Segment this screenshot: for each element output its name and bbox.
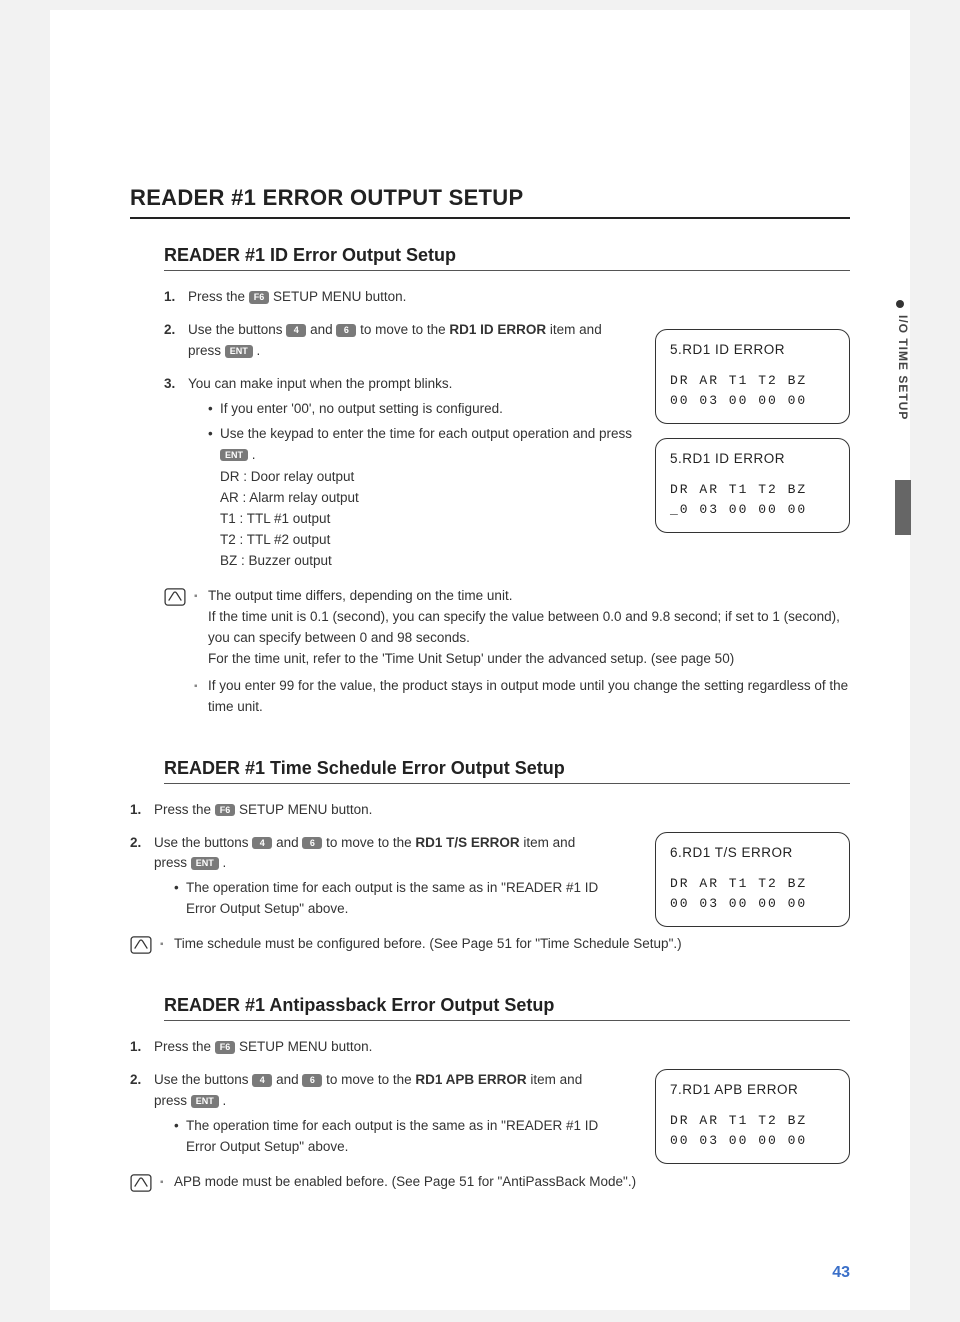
key-4: 4	[252, 837, 272, 850]
note-text: If the time unit is 0.1 (second), you ca…	[208, 607, 850, 649]
key-f6: F6	[249, 291, 270, 304]
step-2: 2. Use the buttons 4 and 6 to move to th…	[130, 1070, 600, 1158]
text: and	[306, 322, 336, 337]
key-f6: F6	[215, 804, 236, 817]
lcd-display-3: 6.RD1 T/S ERROR DR AR T1 T2 BZ 00 03 00 …	[655, 832, 850, 927]
lcd-line1: DR AR T1 T2 BZ	[670, 874, 837, 894]
lcd-line2: 00 03 00 00 00	[670, 894, 837, 914]
text: and	[272, 835, 302, 850]
bold-text: RD1 ID ERROR	[449, 322, 546, 337]
key-6: 6	[302, 837, 322, 850]
text: You can make input when the prompt blink…	[188, 376, 452, 391]
side-dot	[896, 300, 904, 308]
output-definitions: DR : Door relay output AR : Alarm relay …	[220, 467, 634, 572]
lcd-title: 5.RD1 ID ERROR	[670, 340, 837, 361]
section2-steps: 6.RD1 T/S ERROR DR AR T1 T2 BZ 00 03 00 …	[130, 800, 850, 921]
page-title: READER #1 ERROR OUTPUT SETUP	[130, 185, 850, 219]
section2-title: READER #1 Time Schedule Error Output Set…	[164, 758, 850, 784]
key-ent: ENT	[220, 449, 248, 462]
step-1: 1. Press the F6 SETUP MENU button.	[130, 800, 600, 821]
def-dr: DR : Door relay output	[220, 467, 634, 488]
text: Press the	[188, 289, 249, 304]
step-1: 1. Press the F6 SETUP MENU button.	[130, 1037, 600, 1058]
bold-text: RD1 T/S ERROR	[415, 835, 519, 850]
lcd-display-1: 5.RD1 ID ERROR DR AR T1 T2 BZ 00 03 00 0…	[655, 329, 850, 424]
text: Use the buttons	[154, 1072, 252, 1087]
key-ent: ENT	[191, 1095, 219, 1108]
key-ent: ENT	[225, 345, 253, 358]
lcd-line1: DR AR T1 T2 BZ	[670, 371, 837, 391]
step-1: 1. Press the F6 SETUP MENU button.	[164, 287, 634, 308]
lcd-title: 7.RD1 APB ERROR	[670, 1080, 837, 1101]
key-4: 4	[252, 1074, 272, 1087]
text: .	[219, 1093, 227, 1108]
section3-title: READER #1 Antipassback Error Output Setu…	[164, 995, 850, 1021]
text: SETUP MENU button.	[235, 802, 372, 817]
bullet-text: The operation time for each output is th…	[186, 1116, 600, 1158]
bullet-text: The operation time for each output is th…	[186, 878, 600, 920]
lcd-title: 5.RD1 ID ERROR	[670, 449, 837, 470]
bullet-text: If you enter '00', no output setting is …	[220, 399, 503, 420]
def-t1: T1 : TTL #1 output	[220, 509, 634, 530]
note-icon	[164, 586, 194, 724]
text: .	[248, 447, 256, 462]
text: to move to the	[322, 1072, 415, 1087]
text: to move to the	[322, 835, 415, 850]
key-ent: ENT	[191, 857, 219, 870]
key-4: 4	[286, 324, 306, 337]
note-icon	[130, 1172, 160, 1199]
text: Use the buttons	[154, 835, 252, 850]
lcd-line2: _0 03 00 00 00	[670, 500, 837, 520]
manual-page: I/O TIME SETUP READER #1 ERROR OUTPUT SE…	[50, 10, 910, 1310]
bold-text: RD1 APB ERROR	[415, 1072, 526, 1087]
section1-displays: 5.RD1 ID ERROR DR AR T1 T2 BZ 00 03 00 0…	[655, 329, 850, 547]
text: Press the	[154, 802, 215, 817]
text: to move to the	[356, 322, 449, 337]
section1-notes: ▪ The output time differs, depending on …	[164, 586, 850, 724]
text: .	[219, 855, 227, 870]
lcd-display-2: 5.RD1 ID ERROR DR AR T1 T2 BZ _0 03 00 0…	[655, 438, 850, 533]
side-thumb-index	[895, 480, 911, 535]
text: and	[272, 1072, 302, 1087]
section1-steps: 5.RD1 ID ERROR DR AR T1 T2 BZ 00 03 00 0…	[164, 287, 850, 572]
note-text: For the time unit, refer to the 'Time Un…	[208, 649, 850, 670]
key-f6: F6	[215, 1041, 236, 1054]
step-2: 2. Use the buttons 4 and 6 to move to th…	[130, 833, 600, 921]
text: Press the	[154, 1039, 215, 1054]
lcd-line1: DR AR T1 T2 BZ	[670, 1111, 837, 1131]
lcd-display-4: 7.RD1 APB ERROR DR AR T1 T2 BZ 00 03 00 …	[655, 1069, 850, 1164]
text: SETUP MENU button.	[235, 1039, 372, 1054]
section3-steps: 7.RD1 APB ERROR DR AR T1 T2 BZ 00 03 00 …	[130, 1037, 850, 1158]
section1-title: READER #1 ID Error Output Setup	[164, 245, 850, 271]
page-number: 43	[832, 1264, 850, 1282]
def-bz: BZ : Buzzer output	[220, 551, 634, 572]
key-6: 6	[302, 1074, 322, 1087]
lcd-title: 6.RD1 T/S ERROR	[670, 843, 837, 864]
text: SETUP MENU button.	[269, 289, 406, 304]
def-t2: T2 : TTL #2 output	[220, 530, 634, 551]
text: Use the buttons	[188, 322, 286, 337]
step-2: 2. Use the buttons 4 and 6 to move to th…	[164, 320, 634, 362]
text: .	[253, 343, 261, 358]
key-6: 6	[336, 324, 356, 337]
lcd-line2: 00 03 00 00 00	[670, 391, 837, 411]
step-3: 3. You can make input when the prompt bl…	[164, 374, 634, 572]
lcd-line1: DR AR T1 T2 BZ	[670, 480, 837, 500]
def-ar: AR : Alarm relay output	[220, 488, 634, 509]
note-text: The output time differs, depending on th…	[208, 586, 850, 607]
lcd-line2: 00 03 00 00 00	[670, 1131, 837, 1151]
side-tab-label: I/O TIME SETUP	[886, 315, 910, 420]
note-text: If you enter 99 for the value, the produ…	[208, 676, 850, 718]
bullet-text: Use the keypad to enter the time for eac…	[220, 426, 632, 441]
note-icon	[130, 934, 160, 961]
